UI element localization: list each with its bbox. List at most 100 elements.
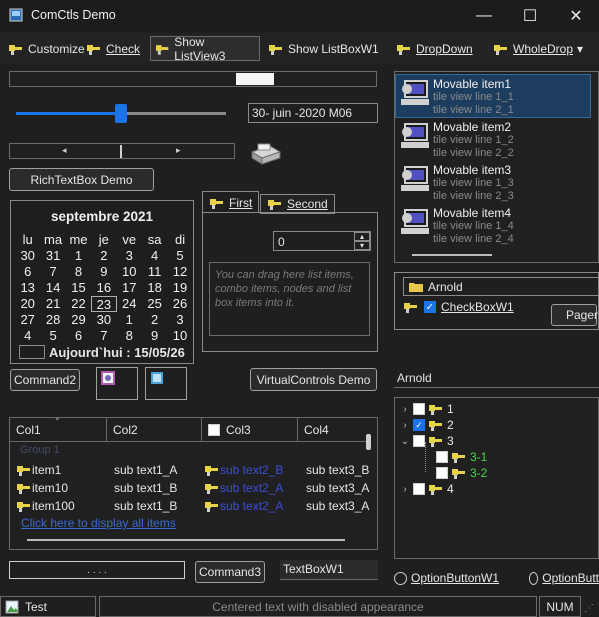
- dropdown-button[interactable]: DropDown: [392, 36, 477, 61]
- tree-checkbox[interactable]: [413, 483, 425, 495]
- trackbar[interactable]: [16, 103, 226, 125]
- spin-down-button[interactable]: ▾: [354, 241, 370, 250]
- pager-button[interactable]: Pager: [551, 304, 598, 326]
- header-checkbox[interactable]: [208, 423, 220, 436]
- tree-checkbox[interactable]: [413, 403, 425, 415]
- calendar-day[interactable]: 6: [66, 328, 91, 344]
- calendar-day[interactable]: 11: [142, 264, 167, 280]
- calendar-day[interactable]: 4: [15, 328, 40, 344]
- chevron-down-icon[interactable]: ⌄: [400, 436, 410, 447]
- richtextbox-demo-button[interactable]: RichTextBox Demo: [9, 168, 154, 191]
- trackbar-thumb[interactable]: [115, 104, 127, 123]
- calendar-day[interactable]: 29: [66, 312, 91, 328]
- calendar-day[interactable]: 26: [167, 296, 192, 312]
- calendar-day[interactable]: 3: [167, 312, 192, 328]
- column-header-col4[interactable]: Col4: [298, 418, 366, 442]
- scroll-left-arrow[interactable]: ◂: [62, 145, 67, 156]
- calendar-day[interactable]: 8: [66, 264, 91, 280]
- calendar-day[interactable]: 1: [66, 248, 91, 264]
- image-button-2[interactable]: [145, 367, 187, 400]
- calendar-day[interactable]: 3: [117, 248, 142, 264]
- calendar-day[interactable]: 2: [91, 248, 116, 264]
- calendar-day[interactable]: 16: [91, 280, 116, 296]
- date-picker[interactable]: 30- juin -2020 M06: [248, 103, 378, 123]
- virtualcontrols-demo-button[interactable]: VirtualControls Demo: [250, 368, 377, 391]
- scroll-thumb[interactable]: [120, 145, 122, 158]
- customize-button[interactable]: Customize: [4, 36, 89, 61]
- calendar-day[interactable]: 12: [167, 264, 192, 280]
- calendar-day[interactable]: 9: [142, 328, 167, 344]
- table-row[interactable]: item10: [16, 479, 68, 497]
- drop-target-hint[interactable]: You can drag here list items, combo item…: [209, 262, 370, 336]
- calendar-day[interactable]: 8: [117, 328, 142, 344]
- calendar-day[interactable]: 27: [15, 312, 40, 328]
- calendar-day[interactable]: 4: [142, 248, 167, 264]
- calendar-day[interactable]: 22: [66, 296, 91, 312]
- calendar-day[interactable]: 20: [15, 296, 40, 312]
- wholedrop-button[interactable]: WholeDrop ▾: [489, 36, 587, 61]
- calendar-day[interactable]: 5: [167, 248, 192, 264]
- list-item[interactable]: Movable item4 tile view line 1_4 tile vi…: [399, 204, 589, 247]
- optionbuttonw1[interactable]: OptionButtonW1: [394, 571, 499, 585]
- calendar-day[interactable]: 1: [117, 312, 142, 328]
- maximize-button[interactable]: ☐: [507, 0, 553, 32]
- check-button[interactable]: Check: [82, 36, 144, 61]
- tab-first[interactable]: First: [202, 191, 260, 213]
- calendar-day[interactable]: 10: [117, 264, 142, 280]
- calendar-day[interactable]: 17: [117, 280, 142, 296]
- tree-checkbox[interactable]: [436, 467, 448, 479]
- calendar-day[interactable]: 2: [142, 312, 167, 328]
- h-scroll-thumb[interactable]: [27, 539, 345, 541]
- spin-up-button[interactable]: ▴: [354, 232, 370, 241]
- textboxw1-field[interactable]: TextBoxW1: [280, 560, 378, 580]
- tree-checkbox[interactable]: ✓: [413, 419, 425, 431]
- chevron-right-icon[interactable]: ›: [400, 404, 410, 415]
- scroll-right-arrow[interactable]: ▸: [176, 145, 181, 156]
- tree-node[interactable]: 3-1: [436, 449, 487, 465]
- tab-second[interactable]: Second: [260, 194, 335, 214]
- tree-node[interactable]: › 1: [400, 401, 453, 417]
- calendar-day[interactable]: 15: [66, 280, 91, 296]
- calendar-day[interactable]: 14: [40, 280, 65, 296]
- combo-box[interactable]: Arnold: [394, 368, 599, 388]
- list-item[interactable]: Movable item3 tile view line 1_3 tile vi…: [399, 161, 589, 204]
- calendar-day[interactable]: 25: [142, 296, 167, 312]
- minimize-button[interactable]: —: [461, 0, 507, 32]
- checkboxw1-box[interactable]: ✓: [424, 301, 436, 313]
- image-button-1[interactable]: [96, 367, 138, 400]
- calendar-day[interactable]: 6: [15, 264, 40, 280]
- folder-combo[interactable]: Arnold: [403, 277, 599, 296]
- calendar-day[interactable]: 19: [167, 280, 192, 296]
- tree-node[interactable]: ⌄ 3: [400, 433, 454, 449]
- calendar-day[interactable]: 21: [40, 296, 65, 312]
- show-listview3-button[interactable]: Show ListView3: [150, 35, 260, 63]
- column-header-col2[interactable]: Col2: [107, 418, 202, 442]
- radio-circle[interactable]: [529, 571, 539, 585]
- calendar-day[interactable]: 28: [40, 312, 65, 328]
- calendar-day[interactable]: 10: [167, 328, 192, 344]
- calendar-day[interactable]: 24: [117, 296, 142, 312]
- close-button[interactable]: ✕: [553, 0, 599, 32]
- calendar-day[interactable]: 30: [15, 248, 40, 264]
- tree-node[interactable]: › 4: [400, 481, 453, 497]
- calendar-day[interactable]: 5: [40, 328, 65, 344]
- checkboxw1[interactable]: ✓ CheckBoxW1: [403, 300, 514, 314]
- table-row[interactable]: item100: [16, 497, 75, 515]
- calendar-day[interactable]: 30: [91, 312, 116, 328]
- chevron-right-icon[interactable]: ›: [400, 420, 410, 431]
- today-link[interactable]: Aujourd`hui : 15/05/26: [49, 345, 185, 360]
- tree-node[interactable]: 3-2: [436, 465, 487, 481]
- table-row[interactable]: item1: [16, 461, 61, 479]
- calendar-day[interactable]: 7: [40, 264, 65, 280]
- h-scrollbar[interactable]: ◂ ▸: [9, 143, 235, 159]
- list-item[interactable]: Movable item1 tile view line 1_1 tile vi…: [399, 75, 589, 118]
- list-item[interactable]: Movable item2 tile view line 1_2 tile vi…: [399, 118, 589, 161]
- tree-node[interactable]: › ✓ 2: [400, 417, 453, 433]
- calendar-day[interactable]: 31: [40, 248, 65, 264]
- radio-circle[interactable]: [394, 571, 407, 585]
- calendar-day[interactable]: 7: [91, 328, 116, 344]
- size-grip-icon[interactable]: ⋰: [584, 603, 596, 615]
- month-calendar[interactable]: septembre 2021 lu ma me je ve sa di 30 3…: [10, 200, 194, 364]
- spin-box[interactable]: 0 ▴ ▾: [273, 231, 371, 251]
- calendar-day[interactable]: 13: [15, 280, 40, 296]
